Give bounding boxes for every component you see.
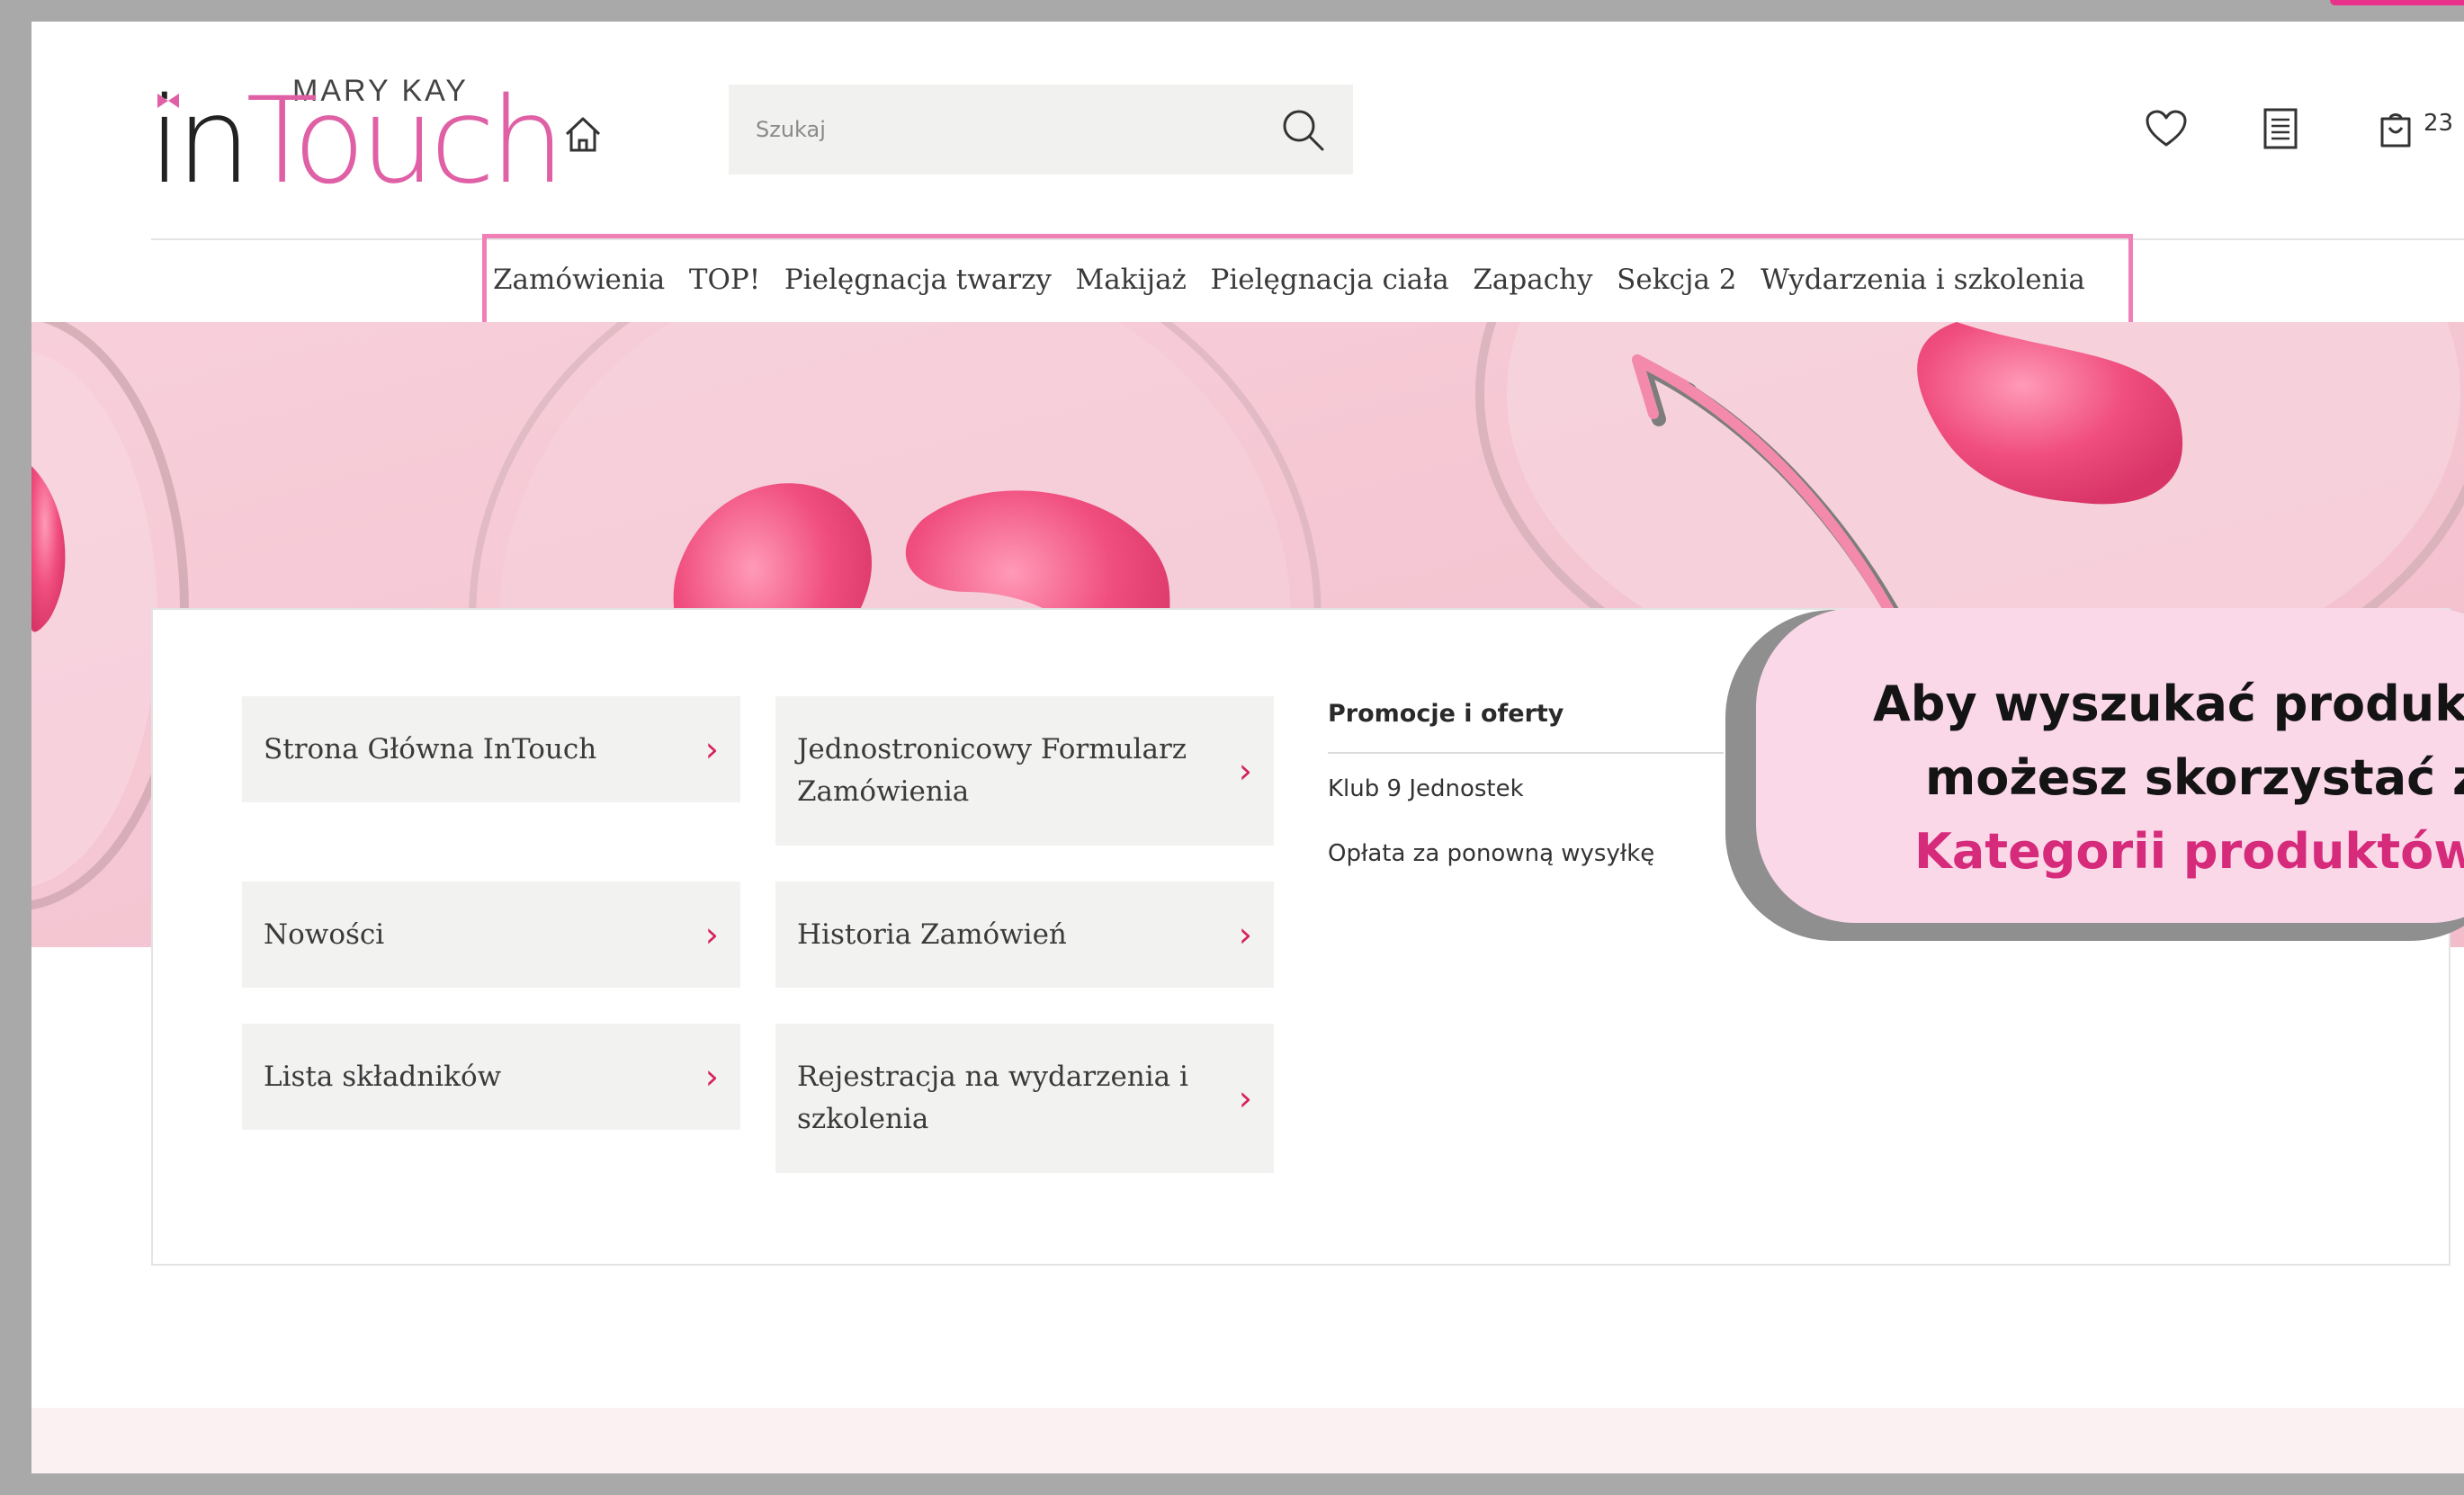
- search-icon: [1283, 110, 1324, 151]
- chevron-right-icon: ›: [704, 914, 719, 954]
- cart-count-badge: 23: [2424, 110, 2454, 137]
- tile-label: Lista składników: [264, 1060, 502, 1093]
- home-button[interactable]: [556, 108, 610, 162]
- tile-label: Nowości: [264, 918, 385, 951]
- chevron-right-icon: ›: [1238, 750, 1252, 791]
- promo-link-klub-9[interactable]: Klub 9 Jednostek: [1328, 775, 1524, 802]
- tile-historia-zamowien[interactable]: Historia Zamówień ›: [775, 882, 1274, 988]
- search-button[interactable]: [1277, 104, 1328, 155]
- tile-label: Jednostronicowy Formularz Zamówienia: [797, 733, 1187, 808]
- tile-label: Historia Zamówień: [797, 918, 1067, 951]
- document-list-icon: [2263, 108, 2298, 149]
- heart-icon: [2146, 110, 2187, 147]
- chevron-right-icon: ›: [1238, 1078, 1252, 1118]
- home-icon: [565, 117, 601, 152]
- search-input[interactable]: [754, 116, 1277, 143]
- tile-nowosci[interactable]: Nowości ›: [242, 882, 740, 988]
- cart-button[interactable]: [2370, 101, 2421, 157]
- logo-brand-main: inTouch: [148, 72, 553, 191]
- annotation-callout: Aby wyszukać produkt możesz skorzystać z…: [1756, 608, 2464, 923]
- tile-label: Strona Główna InTouch: [264, 732, 597, 765]
- screenshot-frame-top: [0, 0, 2464, 22]
- wishlist-button[interactable]: [2141, 101, 2191, 157]
- search-bar: [729, 85, 1353, 175]
- callout-line-1: Aby wyszukać produkt: [1873, 676, 2464, 732]
- chevron-right-icon: ›: [1238, 914, 1252, 954]
- tile-lista-skladnikow[interactable]: Lista składników ›: [242, 1024, 740, 1130]
- footer-band: [31, 1408, 2464, 1473]
- orders-button[interactable]: [2255, 101, 2306, 157]
- promo-link-oplata[interactable]: Opłata za ponowną wysyłkę: [1328, 840, 1654, 867]
- tile-rejestracja-wydarzenia[interactable]: Rejestracja na wydarzenia i szkolenia ›: [775, 1024, 1274, 1173]
- annotation-arrow-icon: [1632, 354, 1904, 626]
- mary-kay-intouch-logo[interactable]: MARY KAY inTouch: [148, 65, 553, 191]
- nav-highlight-box: [482, 234, 2133, 329]
- callout-line-2: możesz skorzystać z: [1925, 749, 2464, 806]
- screenshot-frame-left: [0, 0, 31, 1495]
- promo-divider: [1328, 752, 1724, 754]
- tile-label: Rejestracja na wydarzenia i szkolenia: [797, 1061, 1188, 1135]
- tile-strona-glowna[interactable]: Strona Główna InTouch ›: [242, 696, 740, 802]
- chevron-right-icon: ›: [704, 1056, 719, 1097]
- shopping-bag-icon: [2380, 113, 2411, 148]
- corner-accent: [2330, 0, 2464, 5]
- screenshot-frame-bottom: [0, 1473, 2464, 1495]
- chevron-right-icon: ›: [704, 729, 719, 769]
- promo-section-title: Promocje i oferty: [1328, 700, 1564, 728]
- callout-line-3: Kategorii produktów: [1914, 823, 2464, 880]
- tile-formularz-zamowienia[interactable]: Jednostronicowy Formularz Zamówienia ›: [775, 696, 1274, 846]
